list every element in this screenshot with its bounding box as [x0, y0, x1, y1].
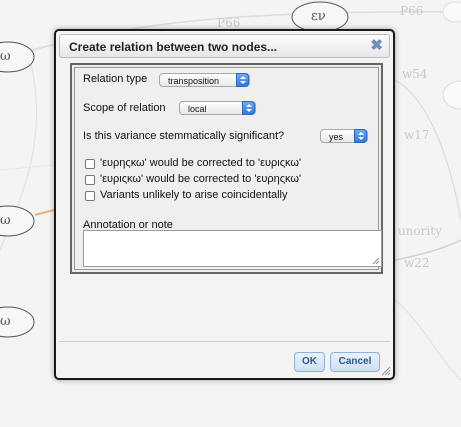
- correction-checkbox-2-label: 'ευριςκω' would be corrected to 'ευρηςκω…: [100, 173, 302, 185]
- relation-type-label: Relation type: [83, 73, 148, 85]
- create-relation-dialog: Create relation between two nodes... ✖ R…: [54, 29, 395, 380]
- dialog-resize-icon[interactable]: [381, 366, 391, 376]
- relation-type-value: transposition: [168, 76, 220, 86]
- edge-label: P66: [217, 16, 241, 30]
- relation-form: Relation type transposition Scope of rel…: [74, 67, 382, 270]
- significance-select[interactable]: yes: [320, 129, 368, 143]
- graph-node-label: εν: [311, 9, 326, 24]
- correction-checkbox-1-label: 'ευρηςκω' would be corrected to 'ευριςκω…: [100, 157, 302, 169]
- close-icon[interactable]: ✖: [370, 37, 383, 55]
- edge-label: w54: [402, 67, 428, 81]
- scope-value: local: [188, 104, 207, 114]
- scope-label: Scope of relation: [83, 102, 166, 114]
- textarea-resize-icon[interactable]: [372, 257, 380, 265]
- graph-node: [442, 1, 461, 23]
- graph-node-label: ω: [0, 49, 11, 64]
- coincidence-checkbox[interactable]: [85, 191, 95, 201]
- edge-label: unority: [398, 224, 442, 238]
- button-pane-divider: [59, 341, 390, 342]
- correction-checkbox-2[interactable]: [85, 175, 95, 185]
- relation-type-select[interactable]: transposition: [159, 73, 250, 87]
- significance-label: Is this variance stemmatically significa…: [83, 130, 285, 142]
- edge-label: w17: [404, 128, 430, 142]
- coincidence-checkbox-label: Variants unlikely to arise coincidentall…: [100, 189, 288, 201]
- select-arrow-icon: [242, 101, 255, 115]
- graph-node-label: ω: [0, 314, 11, 329]
- edge-label: P66: [400, 4, 424, 18]
- relation-form-panel: Relation type transposition Scope of rel…: [70, 63, 383, 274]
- edge-label: w22: [404, 256, 430, 270]
- annotation-textarea[interactable]: [83, 230, 382, 267]
- dialog-title: Create relation between two nodes...: [69, 40, 278, 54]
- significance-value: yes: [329, 132, 344, 142]
- cancel-button[interactable]: Cancel: [330, 352, 380, 372]
- correction-checkbox-1[interactable]: [85, 159, 95, 169]
- graph-node-label: ω: [0, 213, 11, 228]
- graph-node: [442, 80, 461, 110]
- select-arrow-icon: [354, 129, 367, 143]
- ok-button[interactable]: OK: [294, 352, 325, 372]
- scope-select[interactable]: local: [179, 101, 256, 115]
- select-arrow-icon: [236, 73, 249, 87]
- dialog-titlebar[interactable]: Create relation between two nodes... ✖: [59, 34, 390, 58]
